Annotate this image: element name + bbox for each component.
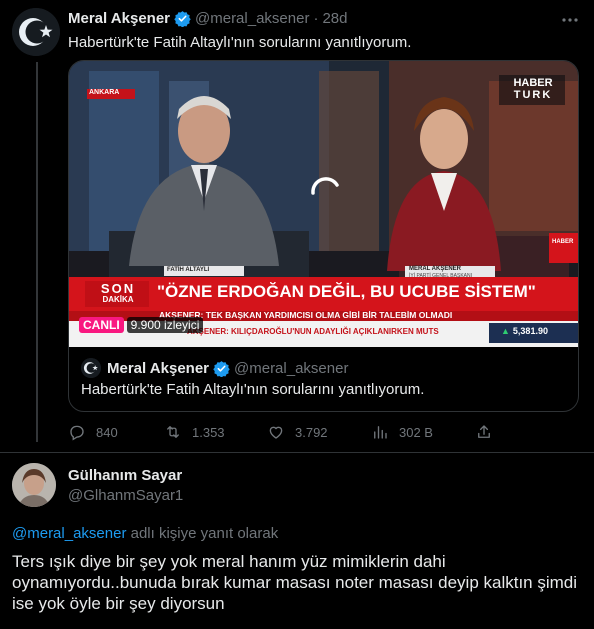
quoted-tweet-text: Habertürk'te Fatih Altaylı'nın soruların… xyxy=(81,381,425,398)
more-options-icon[interactable] xyxy=(560,10,580,31)
live-badge: CANLI 9.900 izleyici xyxy=(79,317,204,333)
live-label: CANLI xyxy=(79,317,124,333)
location-tag: ANKARA xyxy=(89,89,120,96)
replying-to-suffix: adlı kişiye yanıt olarak xyxy=(126,525,279,542)
verified-badge-icon xyxy=(213,360,230,377)
reply-author-name[interactable]: Gülhanım Sayar xyxy=(68,467,182,484)
avatar[interactable] xyxy=(12,8,60,56)
guest-name-caption: FATİH ALTAYLI xyxy=(167,267,210,273)
thread-connector-line xyxy=(36,62,38,442)
host-title-caption: İYİ PARTİ GENEL BAŞKANI xyxy=(409,273,472,279)
crescent-star-icon xyxy=(12,8,60,56)
retweet-icon xyxy=(167,426,179,438)
replying-to-link[interactable]: @meral_aksener xyxy=(12,525,126,542)
views-count: 302 B xyxy=(399,424,433,440)
replying-to-line: @meral_aksener adlı kişiye yanıt olarak xyxy=(12,525,278,542)
tweet-action-bar: 840 1.353 3.792 302 B xyxy=(68,423,508,443)
breaking-label-dakika: DAKİKA xyxy=(102,295,134,304)
reply-count: 840 xyxy=(96,424,118,440)
separator-dot: · xyxy=(313,10,319,27)
reply-author-handle[interactable]: @GlhanmSayar1 xyxy=(68,487,183,504)
views-chart-icon xyxy=(374,426,387,439)
news-ticker: AKŞENER: KILIÇDAROĞLU'NUN ADAYLIĞI AÇIKL… xyxy=(187,327,439,336)
retweet-button[interactable]: 1.353 xyxy=(164,423,225,441)
side-channel-logo: HABER xyxy=(552,239,574,245)
divider xyxy=(0,452,594,453)
like-button[interactable]: 3.792 xyxy=(267,423,328,441)
video-player[interactable]: HABER TURK ANKARA FATİH ALTAYLI MERAL AK… xyxy=(69,61,578,347)
tweet-timestamp[interactable]: 28d xyxy=(322,10,347,27)
reply-text: Ters ışık diye bir şey yok meral hanım y… xyxy=(12,552,578,613)
quoted-author-name: Meral Akşener xyxy=(107,359,209,377)
viewer-count: 9.900 izleyici xyxy=(126,317,204,333)
verified-badge-icon xyxy=(174,10,191,27)
channel-logo-line1: HABER xyxy=(513,77,553,89)
views-button[interactable]: 302 B xyxy=(371,423,433,441)
crescent-star-icon xyxy=(81,358,101,378)
reply-button[interactable]: 840 xyxy=(68,423,118,441)
quoted-tweet-header: Meral Akşener @meral_aksener xyxy=(81,358,348,378)
channel-logo-line2: TURK xyxy=(513,89,553,101)
breaking-headline: "ÖZNE ERDOĞAN DEĞİL, BU UCUBE SİSTEM" xyxy=(157,282,536,301)
quoted-author-handle: @meral_aksener xyxy=(234,359,349,377)
tweet-header: Meral Akşener @meral_aksener · 28d xyxy=(68,10,347,27)
loading-spinner-icon xyxy=(305,171,345,216)
heart-icon xyxy=(269,426,283,439)
breaking-label-son: SON xyxy=(100,281,136,296)
author-name[interactable]: Meral Akşener xyxy=(68,10,170,27)
like-count: 3.792 xyxy=(295,424,328,440)
market-up-icon: ▲ xyxy=(501,326,510,336)
user-photo-icon xyxy=(12,463,56,507)
reply-avatar[interactable] xyxy=(12,463,56,507)
quoted-tweet-card[interactable]: HABER TURK ANKARA FATİH ALTAYLI MERAL AK… xyxy=(68,60,579,412)
reply-icon xyxy=(70,425,84,441)
market-value: 5,381.90 xyxy=(512,326,548,336)
retweet-count: 1.353 xyxy=(192,424,225,440)
share-icon xyxy=(478,425,490,438)
host-name-caption: MERAL AKŞENER xyxy=(409,266,462,272)
author-handle[interactable]: @meral_aksener xyxy=(195,10,309,27)
tweet-text: Habertürk'te Fatih Altaylı'nın soruların… xyxy=(68,34,412,51)
quoted-avatar xyxy=(81,358,101,378)
share-button[interactable] xyxy=(475,423,503,441)
